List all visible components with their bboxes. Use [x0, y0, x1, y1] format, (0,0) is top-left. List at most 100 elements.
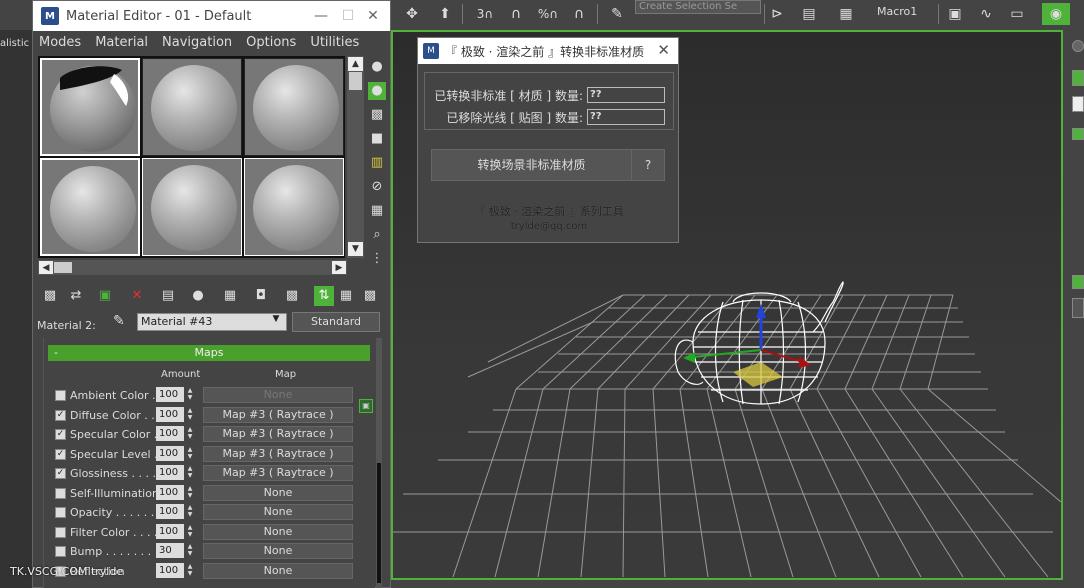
rollout-button[interactable] — [1072, 298, 1084, 318]
map-slot-button[interactable]: Map #3 ( Raytrace ) — [203, 426, 353, 442]
scroll-right-icon[interactable]: ▶ — [332, 261, 346, 274]
snap-3d-icon[interactable]: 3∩ — [470, 3, 500, 25]
named-selection-set-field[interactable]: Create Selection Se — [635, 0, 761, 14]
map-enable-checkbox[interactable] — [55, 487, 66, 499]
create-panel-icon[interactable] — [1072, 70, 1084, 86]
material-map-navigator-icon[interactable]: ⋮ — [368, 250, 386, 268]
video-color-check-icon[interactable]: ▥ — [368, 154, 386, 172]
mirror-icon[interactable]: ⊳ — [766, 3, 788, 25]
show-map-icon[interactable]: ◘ — [251, 286, 271, 306]
sample-slot-5[interactable] — [142, 158, 242, 256]
sample-slot-2[interactable] — [142, 58, 242, 156]
menu-options[interactable]: Options — [246, 35, 296, 50]
put-to-scene-icon[interactable]: ⇄ — [66, 286, 86, 306]
close-button[interactable]: ✕ — [363, 7, 383, 25]
reset-map-icon[interactable]: ✕ — [127, 286, 147, 306]
map-enable-checkbox[interactable]: ✓ — [55, 409, 66, 421]
show-end-result-icon[interactable]: ▩ — [282, 286, 302, 306]
put-to-library-icon[interactable]: ● — [188, 286, 208, 306]
map-amount-field[interactable]: 100 — [156, 562, 184, 578]
map-slot-button[interactable]: None — [203, 387, 353, 403]
map-amount-field[interactable]: 100 — [156, 426, 184, 441]
close-icon[interactable]: ✕ — [657, 41, 670, 59]
assign-to-selection-icon[interactable]: ▣ — [95, 286, 115, 306]
map-slot-button[interactable]: None — [203, 543, 353, 559]
scroll-thumb[interactable] — [349, 72, 362, 90]
go-forward-sibling-icon[interactable]: ▦ — [336, 286, 356, 306]
slots-vertical-scrollbar[interactable]: ▲ ▼ — [347, 56, 364, 258]
map-slot-button[interactable]: None — [203, 484, 353, 501]
chevron-down-icon[interactable]: ▼ — [267, 314, 285, 328]
map-slot-button[interactable]: None — [203, 523, 353, 540]
get-material-icon[interactable]: ▩ — [40, 286, 60, 306]
map-enable-checkbox[interactable] — [55, 507, 66, 518]
material-editor-icon[interactable]: ◉ — [1042, 3, 1070, 25]
map-enable-checkbox[interactable] — [55, 546, 66, 557]
make-unique-icon[interactable]: ▤ — [158, 286, 178, 306]
align-icon[interactable]: ▤ — [798, 3, 820, 25]
scroll-up-icon[interactable]: ▲ — [348, 57, 363, 71]
sun-icon[interactable] — [1072, 40, 1084, 52]
map-slot-button[interactable]: Map #3 ( Raytrace ) — [203, 406, 353, 423]
menu-material[interactable]: Material — [95, 35, 148, 50]
material-id-icon[interactable]: ▦ — [220, 286, 240, 306]
sample-type-icon[interactable]: ● — [368, 58, 386, 76]
amount-spinner-icon[interactable]: ▲ ▼ — [185, 465, 195, 480]
material-editor-titlebar[interactable]: M Material Editor - 01 - Default — ☐ ✕ — [33, 1, 390, 31]
map-slot-button[interactable]: Map #3 ( Raytrace ) — [203, 445, 353, 462]
scroll-down-icon[interactable]: ▼ — [348, 242, 363, 256]
amount-spinner-icon[interactable]: ▲ ▼ — [185, 524, 195, 539]
scroll-left-icon[interactable]: ◀ — [39, 261, 53, 274]
layers-icon[interactable]: ▦ — [833, 3, 859, 25]
amount-spinner-icon[interactable]: ▲ ▼ — [185, 563, 195, 578]
sample-slot-3[interactable] — [244, 58, 344, 156]
amount-spinner-icon[interactable]: ▲ ▼ — [185, 426, 195, 441]
map-amount-field[interactable]: 100 — [156, 387, 184, 402]
toggle-ribbon-icon[interactable]: ▣ — [944, 3, 966, 25]
edit-named-selection-icon[interactable]: ✎ — [604, 3, 630, 25]
map-amount-field[interactable]: 100 — [156, 523, 184, 539]
rollout-scrollbar[interactable] — [376, 338, 382, 588]
map-enable-checkbox[interactable]: ✓ — [55, 429, 66, 440]
scroll-thumb[interactable] — [377, 463, 381, 583]
map-amount-field[interactable]: 100 — [156, 465, 184, 480]
sample-slot-6[interactable] — [244, 158, 344, 256]
sample-slot-1[interactable] — [40, 58, 140, 156]
map-enable-checkbox[interactable]: ✓ — [55, 448, 66, 460]
map-slot-button[interactable]: Map #3 ( Raytrace ) — [203, 465, 353, 481]
pick-material-eyedropper-icon[interactable]: ✎ — [113, 313, 125, 329]
material-type-button[interactable]: Standard — [292, 312, 380, 332]
angle-snap-icon[interactable]: ∩ — [502, 3, 530, 25]
backlight-icon[interactable]: ● — [368, 82, 386, 100]
amount-spinner-icon[interactable]: ▲ ▼ — [185, 485, 195, 500]
viewport-label[interactable]: alistic ] — [0, 38, 36, 49]
curve-editor-icon[interactable]: ∿ — [974, 3, 998, 25]
map-enable-checkbox[interactable] — [55, 526, 66, 538]
go-to-parent-icon[interactable]: ⇅ — [314, 286, 334, 306]
slots-horizontal-scrollbar[interactable]: ◀ ▶ — [38, 260, 347, 275]
spinner-snap-icon[interactable]: ∩ — [566, 3, 592, 25]
map-amount-field[interactable]: 100 — [156, 484, 184, 500]
map-amount-field[interactable]: 30 — [156, 543, 184, 558]
map-slot-button[interactable]: None — [203, 504, 353, 520]
amount-spinner-icon[interactable]: ▲ ▼ — [185, 504, 195, 519]
convert-materials-button[interactable]: 转换场景非标准材质 — [431, 149, 632, 181]
amount-spinner-icon[interactable]: ▲ ▼ — [185, 387, 195, 402]
select-by-material-icon[interactable]: ⌕ — [368, 226, 386, 244]
map-amount-field[interactable]: 100 — [156, 504, 184, 519]
rollout-header-2[interactable] — [1072, 275, 1084, 289]
schematic-view-icon[interactable]: ▭ — [1005, 3, 1029, 25]
background-checker-icon[interactable]: ▩ — [368, 106, 386, 124]
menu-modes[interactable]: Modes — [39, 35, 81, 50]
sample-uv-tiling-icon[interactable]: ■ — [368, 130, 386, 148]
amount-spinner-icon[interactable]: ▲ ▼ — [185, 446, 195, 461]
menu-navigation[interactable]: Navigation — [162, 35, 232, 50]
maps-rollout-header[interactable]: - Maps — [48, 345, 370, 361]
options-icon[interactable]: ▦ — [368, 202, 386, 220]
make-preview-icon[interactable]: ⊘ — [368, 178, 386, 196]
map-enable-checkbox[interactable]: ✓ — [55, 468, 66, 479]
place-icon[interactable]: ⬆ — [433, 3, 457, 25]
map-slot-button[interactable]: None — [203, 562, 353, 579]
minimize-button[interactable]: — — [311, 7, 331, 25]
material-name-field[interactable]: Material #43 — [137, 313, 287, 331]
